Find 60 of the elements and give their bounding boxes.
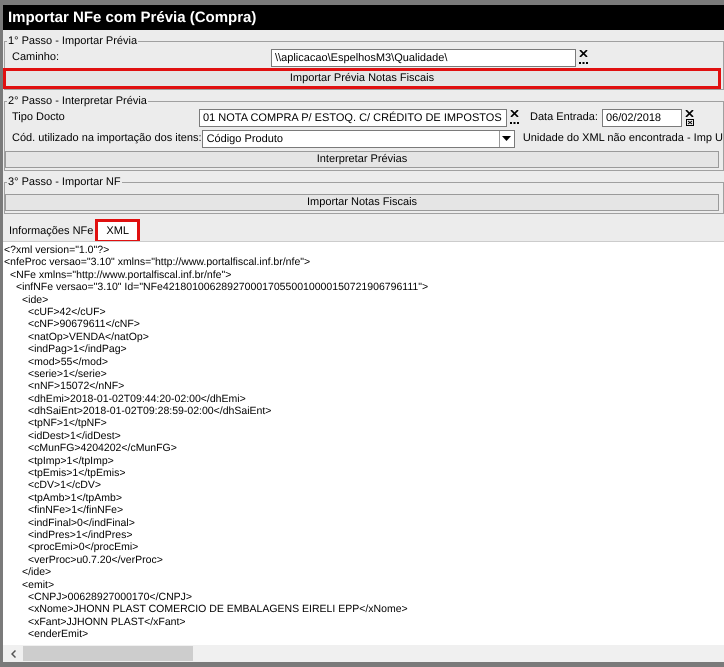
code-line: <indPag>1</indPag> xyxy=(27,343,128,356)
scrollbar-thumb[interactable] xyxy=(23,646,193,661)
status-message: Unidade do XML não encontrada - Imp U xyxy=(522,132,723,146)
code-line: <dhEmi>2018-01-02T09:44:20-02:00</dhEmi> xyxy=(27,392,247,406)
code-line: <CNPJ>00628927000170</CNPJ> xyxy=(27,590,194,604)
code-line: <cNF>90679611</cNF> xyxy=(27,318,141,331)
code-line: <idDest>1</idDest> xyxy=(27,430,122,442)
code-line: <indFinal>0</indFinal> xyxy=(27,516,136,529)
code-line: <tpEmis>1</tpEmis> xyxy=(27,467,126,480)
field-label: Cód. utilizado na importação dos itens: xyxy=(11,132,202,146)
code-line: <NFe xmlns="http://www.portalfiscal.inf.br/nfe"> xyxy=(9,268,232,282)
code-line: <serie>1</serie> xyxy=(27,368,108,380)
dropdown-value: Código Produto xyxy=(206,132,284,146)
tab[interactable]: XML xyxy=(97,220,138,241)
code-line: <indPres>1</indPres> xyxy=(27,528,134,542)
date-field[interactable]: 06/02/2018 xyxy=(602,109,682,127)
code-line: <xNome>JHONN PLAST COMERCIO DE EMBALAGENS EIRELI EPP</xNome> xyxy=(27,603,409,616)
code-line: <ide> xyxy=(21,294,50,306)
code-dropdown[interactable]: Código Produto xyxy=(202,130,515,148)
code-line: <nfeProc versao="3.10" xmlns="http://www.portalfiscal.inf.br/nfe"> xyxy=(4,256,312,269)
code-line: <dhSaiEnt>2018-01-02T09:28:59-02:00</dhSaiEnt> xyxy=(27,405,272,418)
window-title: Importar NFe com Prévia (Compra) xyxy=(3,5,724,30)
code-line: <cDV>1</cDV> xyxy=(27,479,102,492)
clear-icon[interactable] xyxy=(685,110,694,117)
path-field[interactable]: \\aplicacao\EspelhosM3\Qualidade\ xyxy=(271,49,576,67)
document-type-field[interactable]: 01 NOTA COMPRA P/ ESTOQ. C/ CRÉDITO DE IMPOSTOS xyxy=(199,109,507,127)
clear-icon[interactable] xyxy=(579,50,588,57)
code-line: </ide> xyxy=(21,566,52,579)
code-line: <tpAmb>1</tpAmb> xyxy=(27,492,123,504)
horizontal-scrollbar[interactable] xyxy=(3,645,724,662)
code-line: <cMunFG>4204202</cMunFG> xyxy=(27,442,178,455)
code-line: <?xml version="1.0"?> xyxy=(4,244,110,256)
code-line: <mod>55</mod> xyxy=(27,356,109,368)
code-line: <natOp>VENDA</natOp> xyxy=(27,330,150,344)
code-line: <emit> xyxy=(21,578,56,591)
code-line: <procEmi>0</procEmi> xyxy=(27,541,140,554)
action-button[interactable]: Interpretar Prévias xyxy=(5,151,719,168)
code-line: <verProc>u0.7.20</verProc> xyxy=(27,554,164,566)
field-label: Caminho: xyxy=(11,51,60,65)
code-line: <infNFe versao="3.10" Id="NFe42180100628927000170550010000150721906796111"> xyxy=(15,281,430,294)
action-button[interactable]: Importar Prévia Notas Fiscais xyxy=(5,70,719,87)
ellipsis-icon[interactable] xyxy=(510,121,519,124)
code-line: <finNFe>1</finNFe> xyxy=(27,504,124,517)
field-label: Data Entrada: xyxy=(530,111,599,125)
code-line: <cUF>42</cUF> xyxy=(27,306,107,318)
code-line: <tpImp>1</tpImp> xyxy=(27,454,115,468)
caret-icon xyxy=(498,130,514,146)
code-line: <enderEmit> xyxy=(27,628,90,640)
group-legend: 2° Passo - Interpretar Prévia xyxy=(7,95,148,108)
group-legend: 3° Passo - Importar NF xyxy=(7,176,122,189)
group-legend: 1° Passo - Importar Prévia xyxy=(7,35,138,48)
code-line: <nNF>15072</nNF> xyxy=(27,380,126,393)
code-line: <tpNF>1</tpNF> xyxy=(27,417,108,430)
field-label: Tipo Docto xyxy=(11,111,66,125)
ellipsis-icon[interactable] xyxy=(579,61,588,64)
calendar-icon[interactable] xyxy=(686,119,694,126)
clear-icon[interactable] xyxy=(510,110,519,117)
code-line: <xFant>JJHONN PLAST</xFant> xyxy=(27,616,187,628)
tab[interactable]: Informações NFe xyxy=(5,222,98,241)
action-button[interactable]: Importar Notas Fiscais xyxy=(5,194,719,211)
